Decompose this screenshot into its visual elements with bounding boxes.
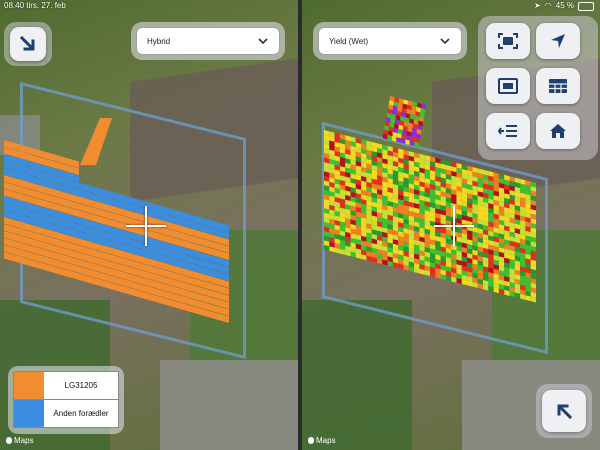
hybrid-map-panel[interactable]: 08.40 tirs. 27. feb Hybrid LG31205 Anden… xyxy=(0,0,298,450)
locate-button[interactable] xyxy=(536,23,580,59)
yield-map-panel[interactable]: ➤ ◠ 45 % Yield (Wet) Maps xyxy=(302,0,600,450)
screen-cast-button[interactable] xyxy=(486,68,530,104)
fit-extent-icon xyxy=(498,33,518,49)
table-button[interactable] xyxy=(536,68,580,104)
fit-extent-button[interactable] xyxy=(486,23,530,59)
maps-attribution: Maps xyxy=(6,436,34,445)
collapse-panel-button[interactable] xyxy=(10,27,46,61)
home-button[interactable] xyxy=(536,113,580,149)
arrow-down-right-icon xyxy=(19,35,35,51)
apple-logo-icon xyxy=(6,437,12,444)
legend-swatch-blue xyxy=(14,400,44,427)
layers-list-button[interactable] xyxy=(486,113,530,149)
legend-swatch-orange xyxy=(14,372,44,399)
crosshair xyxy=(126,206,166,246)
wifi-icon: ◠ xyxy=(544,1,552,10)
status-bar-right: ➤ ◠ 45 % xyxy=(534,0,594,12)
chevron-down-icon xyxy=(440,38,450,45)
table-icon xyxy=(549,79,567,93)
legend-label: Anden forædler xyxy=(53,409,109,418)
arrow-up-left-icon xyxy=(557,404,573,420)
hybrid-strip xyxy=(80,118,112,165)
battery-percent: 45 % xyxy=(555,1,574,10)
maps-attribution: Maps xyxy=(308,436,336,445)
crosshair xyxy=(434,206,474,246)
layer-dropdown-value: Yield (Wet) xyxy=(329,36,369,46)
status-time: 08.40 tirs. 27. feb xyxy=(4,1,66,10)
home-icon xyxy=(550,124,566,138)
legend-item: LG31205 xyxy=(13,371,119,400)
battery-icon xyxy=(578,1,594,11)
location-arrow-icon xyxy=(551,34,565,48)
maps-label: Maps xyxy=(316,436,336,445)
expand-panel-button[interactable] xyxy=(542,390,586,432)
list-arrow-icon xyxy=(497,125,517,137)
screen-icon xyxy=(498,78,518,94)
layer-dropdown[interactable]: Yield (Wet) xyxy=(318,27,462,55)
legend-label: LG31205 xyxy=(64,381,98,390)
location-icon: ➤ xyxy=(534,1,541,10)
layer-dropdown[interactable]: Hybrid xyxy=(136,27,280,55)
maps-label: Maps xyxy=(14,436,34,445)
apple-logo-icon xyxy=(308,437,314,444)
chevron-down-icon xyxy=(258,38,268,45)
hybrid-legend: LG31205 Anden forædler xyxy=(8,366,124,434)
layer-dropdown-value: Hybrid xyxy=(147,36,171,46)
legend-item: Anden forædler xyxy=(13,400,119,428)
